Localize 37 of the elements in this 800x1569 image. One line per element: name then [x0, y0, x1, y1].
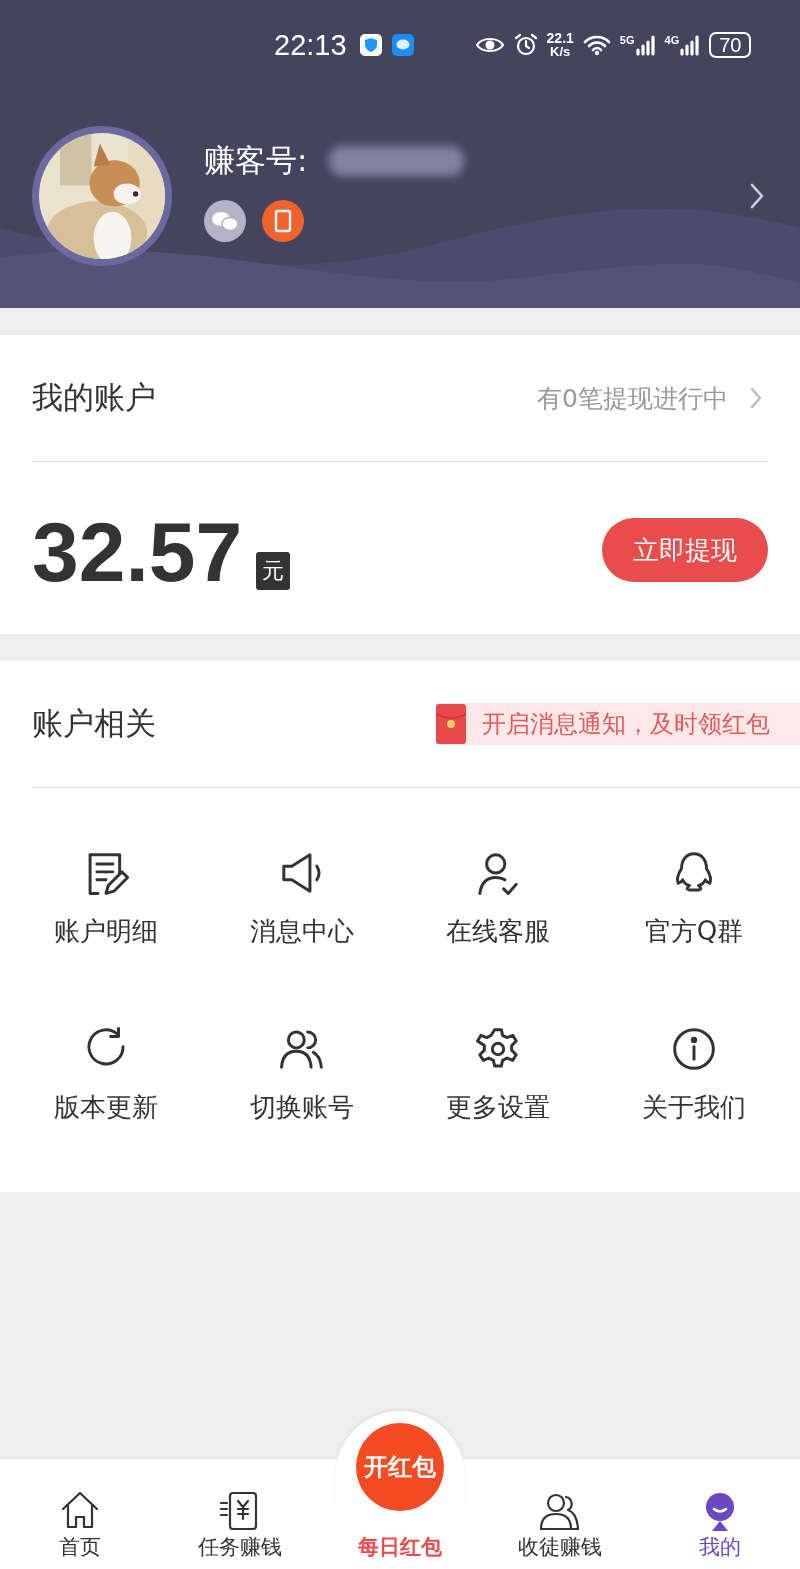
currency-tag: 元 [256, 552, 291, 590]
menu-item[interactable]: 在线客服 [400, 810, 596, 986]
chevron-right-icon [750, 387, 762, 409]
shield-app-icon [358, 33, 383, 57]
menu-item[interactable]: 消息中心 [204, 810, 400, 986]
tablet-icon [262, 200, 304, 242]
section-title: 我的账户 [32, 378, 156, 417]
section-title: 账户相关 [32, 704, 156, 743]
nav-tab[interactable]: 收徒赚钱 [480, 1459, 640, 1569]
nav-tab[interactable]: 每日红包 [358, 1533, 442, 1561]
message-app-icon [390, 33, 415, 57]
menu-item[interactable]: 切换账号 [204, 986, 400, 1162]
signal-icon [634, 34, 657, 56]
network-speed: 22.1 [546, 32, 574, 45]
speed-unit: K/s [550, 45, 571, 58]
chat-bubbles-icon [204, 200, 246, 242]
account-id-label: 赚客号: [204, 141, 308, 180]
nav-tab[interactable]: 我的 [640, 1459, 800, 1569]
battery-indicator: 70 [709, 32, 752, 58]
menu-item[interactable]: 官方Q群 [596, 810, 792, 986]
wifi-icon [581, 33, 612, 57]
notice-text: 开启消息通知，及时领红包 [482, 709, 770, 740]
nav-tab[interactable]: 任务赚钱 [160, 1459, 320, 1569]
clock-time: 22:13 [274, 28, 347, 62]
withdraw-button[interactable]: 立即提现 [602, 518, 768, 582]
balance-amount: 32.57 [32, 510, 243, 594]
network-type: 4G [664, 34, 680, 46]
menu-item[interactable]: 关于我们 [596, 986, 792, 1162]
menu-item[interactable]: 账户明细 [8, 810, 204, 986]
nav-tab[interactable]: 首页 [0, 1459, 160, 1569]
alarm-icon [512, 32, 539, 58]
envelope-icon [436, 704, 466, 744]
menu-item[interactable]: 更多设置 [400, 986, 596, 1162]
chevron-right-icon [750, 183, 764, 209]
menu-item[interactable]: 版本更新 [8, 986, 204, 1162]
network-type: 5G [619, 34, 635, 46]
signal-icon [679, 34, 702, 56]
